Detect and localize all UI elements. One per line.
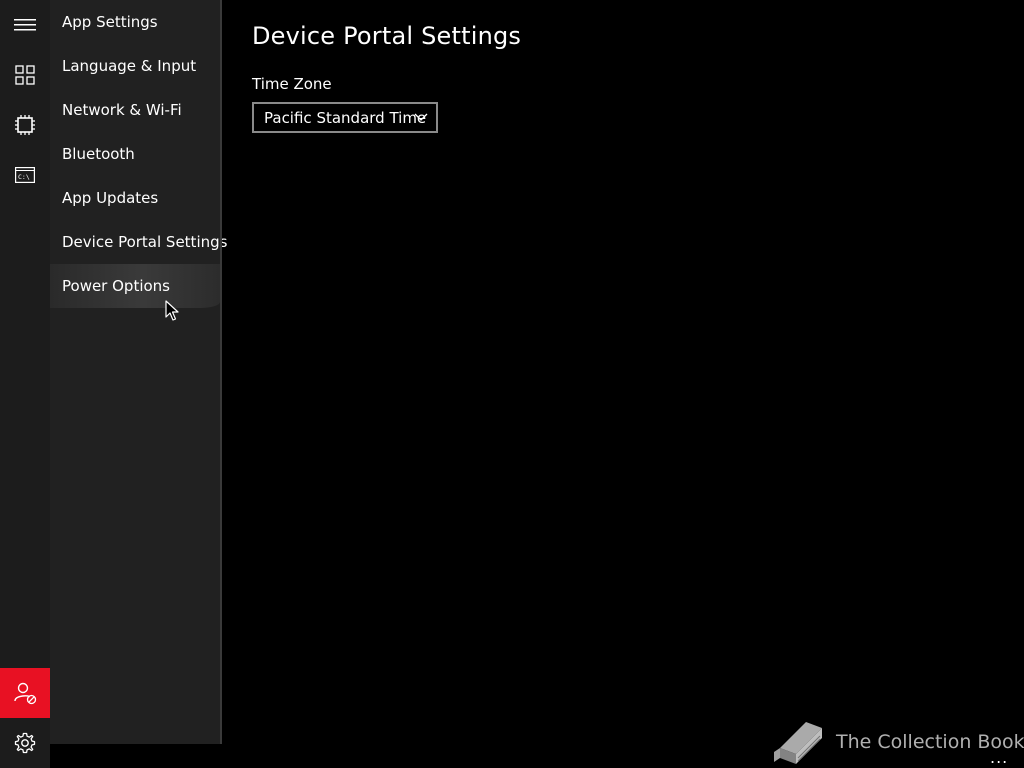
menu-item-app-settings[interactable]: App Settings — [50, 0, 220, 44]
user-blocked-icon — [14, 682, 37, 705]
user-account-button[interactable] — [0, 668, 50, 718]
time-zone-label: Time Zone — [252, 75, 332, 93]
menu-item-bluetooth[interactable]: Bluetooth — [50, 132, 220, 176]
hamburger-icon — [14, 19, 36, 31]
hamburger-menu-button[interactable] — [0, 0, 50, 50]
mouse-cursor-icon — [165, 300, 179, 321]
dashboard-nav-button[interactable] — [0, 50, 50, 100]
svg-text:C:\: C:\ — [18, 173, 30, 181]
time-zone-select[interactable]: Pacific Standard Time — [252, 102, 438, 133]
menu-divider — [220, 0, 222, 744]
book-icon — [774, 722, 822, 764]
chip-icon — [15, 115, 35, 135]
chevron-down-icon — [414, 113, 428, 121]
settings-button[interactable] — [0, 718, 50, 768]
watermark: The Collection Book — [772, 718, 1024, 766]
menu-item-network-wifi[interactable]: Network & Wi-Fi — [50, 88, 220, 132]
command-prompt-nav-button[interactable]: C:\ — [0, 150, 50, 200]
gear-icon — [14, 732, 36, 754]
menu-item-device-portal-settings[interactable]: Device Portal Settings — [50, 220, 227, 264]
device-nav-button[interactable] — [0, 100, 50, 150]
menu-item-app-updates[interactable]: App Updates — [50, 176, 220, 220]
command-prompt-icon: C:\ — [15, 167, 35, 183]
nav-rail: C:\ — [0, 0, 50, 768]
page-title: Device Portal Settings — [252, 22, 522, 50]
dashboard-icon — [15, 65, 35, 85]
menu-item-power-options[interactable]: Power Options — [50, 264, 220, 308]
more-options-button[interactable]: ... — [990, 748, 1008, 767]
time-zone-selected-value: Pacific Standard Time — [264, 108, 427, 127]
settings-menu: App Settings Language & Input Network & … — [50, 0, 227, 744]
menu-item-language-input[interactable]: Language & Input — [50, 44, 220, 88]
